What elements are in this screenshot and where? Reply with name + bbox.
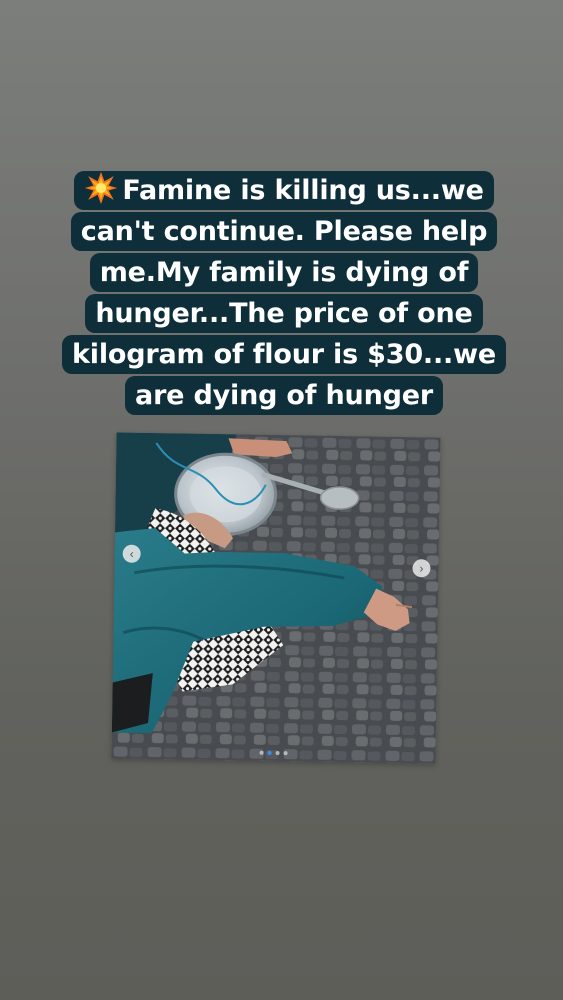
- story-caption-block: Famine is killing us...we can't continue…: [48, 170, 520, 416]
- collision-icon: [85, 171, 118, 205]
- carousel-dot-active: [267, 750, 272, 755]
- post-photo: [111, 432, 441, 764]
- carousel-dot: [283, 751, 288, 756]
- carousel-dot: [275, 751, 280, 756]
- story-caption: Famine is killing us...we can't continue…: [62, 171, 506, 415]
- post-photo-carousel[interactable]: ‹ ›: [111, 432, 441, 764]
- carousel-dot: [259, 750, 264, 755]
- story-caption-text: Famine is killing us...we can't continue…: [72, 175, 496, 411]
